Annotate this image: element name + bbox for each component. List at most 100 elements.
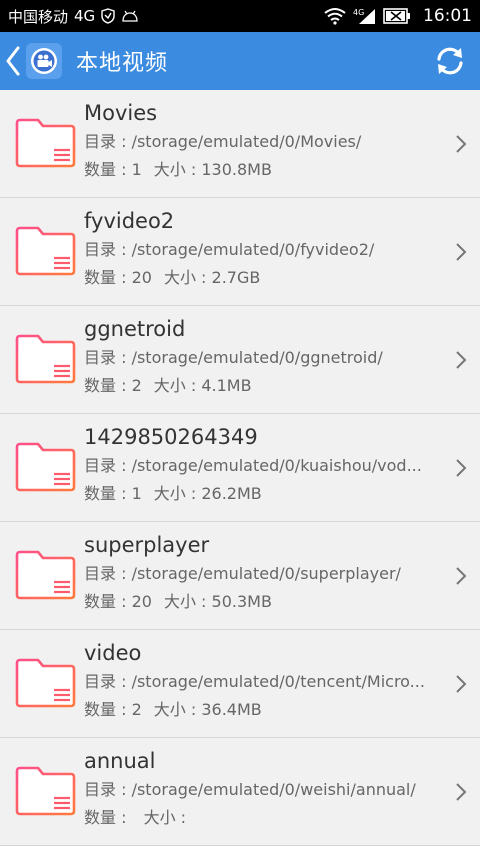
folder-name: ggnetroid	[84, 317, 186, 341]
page-title: 本地视频	[76, 51, 169, 76]
folder-details: ggnetroid 目录 : /storage/emulated/0/ggnet…	[84, 314, 440, 400]
chevron-right-icon	[456, 243, 467, 261]
folder-list-item[interactable]: fyvideo2 目录 : /storage/emulated/0/fyvide…	[0, 198, 480, 306]
chevron-right-icon	[456, 783, 467, 801]
folder-list-item[interactable]: Movies 目录 : /storage/emulated/0/Movies/ …	[0, 90, 480, 198]
folder-details: Movies 目录 : /storage/emulated/0/Movies/ …	[84, 98, 440, 184]
folder-details: video 目录 : /storage/emulated/0/tencent/M…	[84, 638, 440, 724]
folder-count: 2	[131, 376, 142, 395]
refresh-button[interactable]	[430, 41, 470, 81]
folder-details: superplayer 目录 : /storage/emulated/0/sup…	[84, 530, 440, 616]
network-type: 4G	[74, 7, 96, 25]
path-label: 目录 :	[84, 132, 132, 151]
folder-path: /storage/emulated/0/tencent/Micro...	[131, 672, 425, 691]
path-label: 目录 :	[84, 780, 132, 799]
folder-name: fyvideo2	[84, 209, 175, 233]
wifi-icon	[323, 7, 347, 25]
folder-path-line: 目录 : /storage/emulated/0/tencent/Micro..…	[84, 668, 440, 696]
folder-icon	[15, 442, 76, 492]
folder-name: annual	[84, 749, 156, 773]
folder-path-line: 目录 : /storage/emulated/0/superplayer/	[84, 560, 440, 588]
folder-list-item[interactable]: 1429850264349 目录 : /storage/emulated/0/k…	[0, 414, 480, 522]
path-label: 目录 :	[84, 672, 132, 691]
path-label: 目录 :	[84, 240, 132, 259]
size-label: 大小 :	[163, 592, 212, 611]
path-label: 目录 :	[84, 348, 132, 367]
carrier-name: 中国移动	[8, 7, 69, 26]
folder-path: /storage/emulated/0/Movies/	[131, 132, 362, 151]
folder-path: /storage/emulated/0/weishi/annual/	[131, 780, 416, 799]
folder-meta-line: 数量 : 2 大小 : 36.4MB	[84, 696, 440, 724]
svg-text:4G: 4G	[353, 8, 364, 17]
refresh-icon	[437, 47, 463, 75]
status-left: 中国移动 4G	[8, 6, 139, 27]
count-label: 数量 :	[84, 160, 132, 179]
android-icon	[121, 10, 139, 22]
count-label: 数量 :	[84, 808, 132, 827]
chevron-right-icon	[456, 567, 467, 585]
folder-count: 1	[131, 160, 142, 179]
signal-icon: 4G	[353, 6, 377, 26]
folder-icon	[15, 226, 76, 276]
folder-path: /storage/emulated/0/kuaishou/vod...	[131, 456, 422, 475]
folder-name: superplayer	[84, 533, 210, 557]
count-label: 数量 :	[84, 484, 132, 503]
back-arrow-icon	[6, 46, 20, 76]
folder-list-item[interactable]: superplayer 目录 : /storage/emulated/0/sup…	[0, 522, 480, 630]
back-button[interactable]	[4, 41, 22, 81]
folder-icon	[15, 550, 76, 600]
size-label: 大小 :	[163, 268, 212, 287]
folder-meta-line: 数量 : 1 大小 : 130.8MB	[84, 156, 440, 184]
folder-icon	[15, 334, 76, 384]
folder-details: 1429850264349 目录 : /storage/emulated/0/k…	[84, 422, 440, 508]
folder-path: /storage/emulated/0/ggnetroid/	[131, 348, 383, 367]
folder-list-item[interactable]: ggnetroid 目录 : /storage/emulated/0/ggnet…	[0, 306, 480, 414]
size-label: 大小 :	[153, 160, 202, 179]
folder-path-line: 目录 : /storage/emulated/0/kuaishou/vod...	[84, 452, 440, 480]
app-bar: 本地视频	[0, 32, 480, 90]
folder-size: 4.1MB	[201, 376, 252, 395]
clock: 16:01	[423, 6, 472, 26]
battery-icon	[383, 7, 411, 25]
shield-icon	[101, 8, 115, 24]
folder-details: fyvideo2 目录 : /storage/emulated/0/fyvide…	[84, 206, 440, 292]
folder-name: video	[84, 641, 142, 665]
folder-size: 50.3MB	[211, 592, 272, 611]
folder-icon	[15, 658, 76, 708]
folder-path-line: 目录 : /storage/emulated/0/ggnetroid/	[84, 344, 440, 372]
count-label: 数量 :	[84, 376, 132, 395]
folder-meta-line: 数量 : 20 大小 : 50.3MB	[84, 588, 440, 616]
folder-count: 2	[131, 700, 142, 719]
path-label: 目录 :	[84, 564, 132, 583]
folder-path-line: 目录 : /storage/emulated/0/Movies/	[84, 128, 440, 156]
size-label: 大小 :	[153, 376, 202, 395]
count-label: 数量 :	[84, 268, 132, 287]
count-label: 数量 :	[84, 700, 132, 719]
folder-name: Movies	[84, 101, 158, 125]
folder-count: 1	[131, 484, 142, 503]
folder-size: 26.2MB	[201, 484, 262, 503]
folder-icon	[15, 118, 76, 168]
size-label: 大小 :	[143, 808, 187, 827]
status-bar: 中国移动 4G 4G 16:01	[0, 0, 480, 32]
folder-path: /storage/emulated/0/fyvideo2/	[131, 240, 375, 259]
chevron-right-icon	[456, 459, 467, 477]
chevron-right-icon	[456, 675, 467, 693]
folder-list-item[interactable]: annual 目录 : /storage/emulated/0/weishi/a…	[0, 738, 480, 846]
size-label: 大小 :	[153, 700, 202, 719]
folder-meta-line: 数量 : 大小 :	[84, 804, 440, 832]
folder-name: 1429850264349	[84, 425, 258, 449]
folder-path: /storage/emulated/0/superplayer/	[131, 564, 401, 583]
chevron-right-icon	[456, 351, 467, 369]
folder-meta-line: 数量 : 2 大小 : 4.1MB	[84, 372, 440, 400]
folder-list-item[interactable]: video 目录 : /storage/emulated/0/tencent/M…	[0, 630, 480, 738]
folder-size: 130.8MB	[201, 160, 272, 179]
size-label: 大小 :	[153, 484, 202, 503]
path-label: 目录 :	[84, 456, 132, 475]
folder-list: Movies 目录 : /storage/emulated/0/Movies/ …	[0, 90, 480, 846]
chevron-right-icon	[456, 135, 467, 153]
folder-icon	[15, 766, 76, 816]
folder-path-line: 目录 : /storage/emulated/0/fyvideo2/	[84, 236, 440, 264]
app-logo	[26, 43, 62, 79]
folder-size: 36.4MB	[201, 700, 262, 719]
